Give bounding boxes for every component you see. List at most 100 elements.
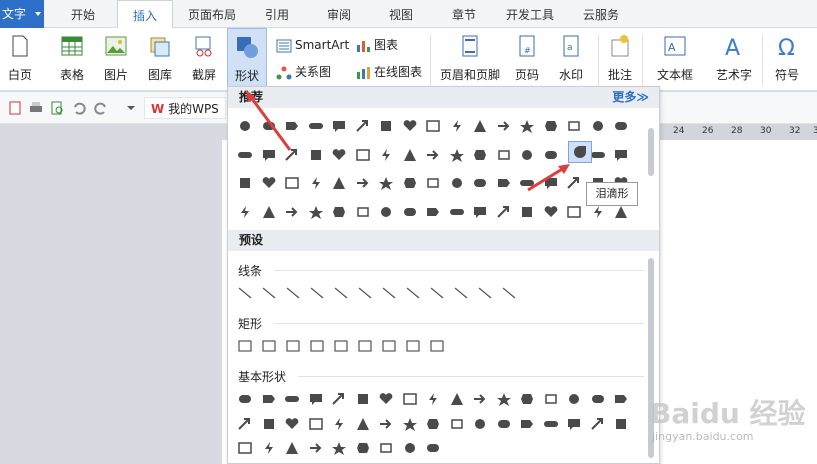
basic-shape[interactable] [449, 417, 465, 431]
basic-shape[interactable] [237, 417, 253, 431]
picture-button[interactable]: 图片 [96, 28, 136, 91]
recommended-shape[interactable] [449, 176, 465, 190]
recommended-shape[interactable] [449, 119, 465, 133]
recommended-shape[interactable] [449, 205, 465, 219]
basic-shape[interactable] [378, 417, 394, 431]
line-shape[interactable] [357, 286, 373, 300]
recommended-shape[interactable] [519, 176, 535, 190]
recommended-shape[interactable] [613, 119, 629, 133]
recommended-shape[interactable] [402, 148, 418, 162]
rectangle-shape[interactable] [309, 339, 325, 353]
customize-chevron-icon[interactable] [124, 101, 138, 115]
recommended-shape[interactable] [308, 119, 324, 133]
recommended-shape[interactable] [308, 176, 324, 190]
basic-shape[interactable] [378, 392, 394, 406]
tab-developer[interactable]: 开发工具 [500, 0, 560, 28]
tab-references[interactable]: 引用 [253, 0, 301, 28]
recommended-shape[interactable] [449, 148, 465, 162]
basic-shape[interactable] [425, 441, 441, 455]
page-number-button[interactable]: # 页码 [507, 28, 547, 91]
chart-button[interactable]: 图表 [355, 34, 398, 56]
recommended-shape[interactable] [378, 176, 394, 190]
new-doc-icon[interactable] [8, 101, 22, 115]
recommended-shape[interactable] [308, 205, 324, 219]
line-shape[interactable] [309, 286, 325, 300]
recommended-shape[interactable] [472, 176, 488, 190]
more-link[interactable]: 更多≫ [612, 87, 649, 108]
redo-icon[interactable] [94, 101, 108, 115]
line-shape[interactable] [429, 286, 445, 300]
gallery-button[interactable]: 图库 [140, 28, 180, 91]
recommended-shape[interactable] [472, 205, 488, 219]
print-icon[interactable] [29, 101, 43, 115]
recommended-shape[interactable] [237, 205, 253, 219]
basic-shape[interactable] [519, 392, 535, 406]
basic-shape[interactable] [543, 417, 559, 431]
shape-button[interactable]: 形状 [227, 28, 267, 91]
recommended-shape[interactable] [402, 119, 418, 133]
recommended-shape[interactable] [496, 119, 512, 133]
line-shape[interactable] [237, 286, 253, 300]
basic-shape[interactable] [472, 417, 488, 431]
recommended-shape[interactable] [519, 148, 535, 162]
recommended-shape[interactable] [613, 205, 629, 219]
recommended-shape[interactable] [425, 119, 441, 133]
recommended-shape[interactable] [237, 119, 253, 133]
recommended-shape[interactable] [519, 119, 535, 133]
recommended-shape[interactable] [331, 205, 347, 219]
teardrop-shape-highlight[interactable] [568, 141, 592, 163]
basic-shape[interactable] [472, 392, 488, 406]
basic-shape[interactable] [402, 441, 418, 455]
recommended-shape[interactable] [543, 205, 559, 219]
recommended-shape[interactable] [496, 148, 512, 162]
wordart-button[interactable]: A 艺术字 [708, 28, 760, 91]
basic-shape[interactable] [284, 417, 300, 431]
tab-section[interactable]: 章节 [440, 0, 488, 28]
basic-shape[interactable] [331, 392, 347, 406]
recommended-shape[interactable] [331, 176, 347, 190]
line-shape[interactable] [405, 286, 421, 300]
basic-shape[interactable] [284, 392, 300, 406]
recommended-shape[interactable] [425, 148, 441, 162]
recommended-shape[interactable] [472, 119, 488, 133]
recommended-shape[interactable] [543, 148, 559, 162]
recommended-shape[interactable] [355, 176, 371, 190]
smartart-button[interactable]: SmartArt [276, 34, 349, 56]
basic-shape[interactable] [331, 417, 347, 431]
recommended-shape[interactable] [284, 205, 300, 219]
relation-chart-button[interactable]: 关系图 [276, 61, 331, 83]
basic-shape[interactable] [284, 441, 300, 455]
rectangle-shape[interactable] [381, 339, 397, 353]
recommended-shape[interactable] [425, 205, 441, 219]
line-shape[interactable] [285, 286, 301, 300]
recommended-shape[interactable] [496, 176, 512, 190]
recommended-shape[interactable] [237, 176, 253, 190]
rectangle-shape[interactable] [237, 339, 253, 353]
recommended-shape[interactable] [378, 205, 394, 219]
blank-page-button[interactable]: 白页 [0, 28, 40, 91]
basic-shape[interactable] [261, 441, 277, 455]
recommended-shape[interactable] [261, 176, 277, 190]
basic-shape[interactable] [402, 417, 418, 431]
recommended-shape[interactable] [566, 119, 582, 133]
rectangle-shape[interactable] [429, 339, 445, 353]
basic-shape[interactable] [449, 392, 465, 406]
recommended-shape[interactable] [472, 148, 488, 162]
rectangle-shape[interactable] [333, 339, 349, 353]
basic-shape[interactable] [355, 441, 371, 455]
line-shape[interactable] [261, 286, 277, 300]
basic-shape[interactable] [590, 417, 606, 431]
basic-shape[interactable] [425, 417, 441, 431]
basic-shape[interactable] [261, 417, 277, 431]
line-shape[interactable] [453, 286, 469, 300]
basic-shape[interactable] [237, 441, 253, 455]
recommended-shape[interactable] [331, 119, 347, 133]
recommended-shape[interactable] [519, 205, 535, 219]
online-chart-button[interactable]: 在线图表 [355, 61, 422, 83]
basic-shape[interactable] [355, 417, 371, 431]
recommended-shape[interactable] [402, 176, 418, 190]
recommended-shape[interactable] [355, 148, 371, 162]
header-footer-button[interactable]: 页眉和页脚 [438, 28, 502, 91]
basic-shape[interactable] [355, 392, 371, 406]
recommended-shape[interactable] [237, 148, 253, 162]
